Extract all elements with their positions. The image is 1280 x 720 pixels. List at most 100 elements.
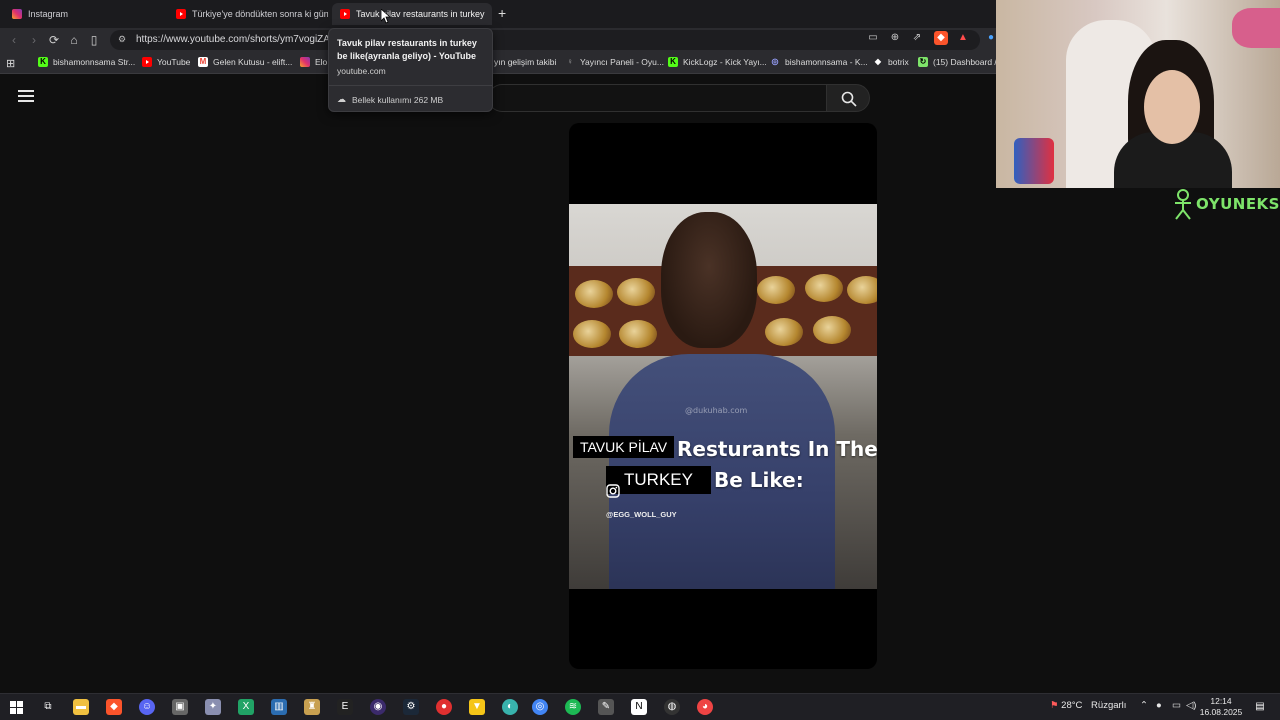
brave-browser-icon[interactable]: ◆ [106,699,122,715]
memory-icon: ☁ [337,94,346,104]
food-image [757,276,795,304]
steam-icon[interactable]: ⚙ [403,699,419,715]
bookmark-botrix[interactable]: ◆ botrix [873,57,909,67]
youtube-icon [176,9,186,19]
tab-title: Instagram [28,9,69,19]
bookmark-youtube[interactable]: YouTube [142,57,190,67]
forward-icon[interactable]: › [26,32,42,48]
app-icon[interactable]: ◍ [664,699,680,715]
app-icon[interactable]: ◐ [502,699,518,715]
notion-icon[interactable]: N [631,699,647,715]
person-head [661,212,757,348]
pink-decoration [1232,8,1280,48]
search-icon [841,91,857,107]
bookmark-gmail[interactable]: M Gelen Kutusu - elift... [198,57,292,67]
bookmark-icon[interactable]: ▯ [86,32,102,48]
bookmark-kicklogz[interactable]: K KickLogz - Kick Yayı... [668,57,767,67]
instagram-icon [12,9,22,19]
address-bar[interactable]: ⚙ https://www.youtube.com/shorts/ym7vogi… [110,30,980,50]
food-image [765,318,803,346]
divider [329,85,492,86]
caption-line-1: Resturants In The [677,437,877,461]
share-icon[interactable]: ⇗ [910,31,924,45]
instagram-icon [606,484,620,498]
tray-overflow-icon[interactable]: ⌃ [1140,700,1148,711]
close-tab-icon[interactable]: ✕ [485,8,492,21]
instagram-icon [300,57,310,67]
chrome-icon[interactable]: ◎ [532,699,548,715]
food-image [617,278,655,306]
weather-icon: ⚑ [1050,700,1059,711]
discord-icon[interactable]: ☺ [139,699,155,715]
desk-object [1014,138,1054,184]
excel-icon[interactable]: X [238,699,254,715]
shorts-player[interactable]: @dukuhab.com TAVUK PİLAV Resturants In T… [569,123,877,669]
app-icon[interactable]: ▼ [469,699,485,715]
spotify-icon[interactable]: ≋ [565,699,581,715]
tab-instagram[interactable]: Instagram [4,3,168,25]
food-image [575,280,613,308]
brand-text: OYUNEKS [1196,195,1280,213]
brave-rewards-icon[interactable]: ▲ [956,31,970,45]
reload-icon[interactable]: ⟳ [46,32,62,48]
bookmark-bishamonnsama[interactable]: ◎ bishamonnsama - K... [770,57,868,67]
back-icon[interactable]: ‹ [6,32,22,48]
brand-logo: OYUNEKS [1172,188,1280,220]
home-icon[interactable]: ⌂ [66,32,82,48]
watermark-text: @dukuhab.com [685,406,748,415]
tab-youtube-video[interactable]: Türkiye'ye döndükten sonra ki gün d [168,3,328,25]
video-frame: @dukuhab.com TAVUK PİLAV Resturants In T… [569,204,877,589]
food-image [813,316,851,344]
dashboard-icon: ↻ [918,57,928,67]
app-icon[interactable]: ▥ [271,699,287,715]
hover-card-memory: ☁ Bellek kullanımı 262 MB [337,94,444,105]
food-image [805,274,843,302]
app-icon[interactable]: ● [436,699,452,715]
food-image [847,276,877,304]
bookmark-kick-stream[interactable]: K bishamonnsama Str... [38,57,135,67]
bookmarks-bar: ⊞ K bishamonnsama Str... YouTube M Gelen… [0,52,997,74]
tab-title: Türkiye'ye döndükten sonra ki gün d [192,9,328,19]
zoom-icon[interactable]: ⊕ [888,31,902,45]
tab-title: Tavuk pilav restaurants in turkey [356,9,485,19]
taskbar: ⧉ ▬ ◆ ☺ ▣ ✦ X ▥ ♜ E ◉ ⚙ ● ▼ ◐ ◎ ≋ ✎ N ◍ … [0,693,1280,720]
tab-active-short[interactable]: Tavuk pilav restaurants in turkey ✕ [332,3,492,25]
cast-icon[interactable]: ▭ [866,31,880,45]
creator-handle: @EGG_WOLL_GUY [606,510,677,519]
bookmark-elo[interactable]: Elo [300,57,327,67]
youtube-icon [142,57,152,67]
youtube-icon [340,9,350,19]
obs-icon[interactable]: ◉ [370,699,386,715]
system-clock[interactable]: 12:14 16.08.2025 [1198,696,1244,718]
bookmark-gelisim[interactable]: yın gelişim takibi [494,57,556,67]
hover-card-title: Tavuk pilav restaurants in turkey be lik… [337,38,477,61]
mouse-cursor-icon [381,9,391,24]
notification-icon[interactable]: ▤ [1252,699,1268,715]
windows-start-icon[interactable] [10,701,23,714]
new-tab-button[interactable]: + [498,5,506,21]
apps-grid-icon[interactable]: ⊞ [6,57,15,70]
search-input[interactable] [488,84,826,112]
game-icon[interactable]: ♜ [304,699,320,715]
weather-widget[interactable]: ⚑ 28°C Rüzgarlı [1050,700,1126,711]
app-icon[interactable]: ◕ [697,699,713,715]
search-button[interactable] [826,84,870,112]
volume-icon[interactable]: ◁) [1186,700,1196,711]
epic-games-icon[interactable]: E [337,699,353,715]
kick-icon: K [38,57,48,67]
bookmark-dashboard[interactable]: ↻ (15) Dashboard / [918,57,997,67]
site-settings-icon[interactable]: ⚙ [118,34,126,45]
hamburger-menu-icon[interactable] [18,90,34,104]
task-view-icon[interactable]: ⧉ [40,699,56,715]
caption-tag-turkey: TURKEY [606,466,711,494]
file-explorer-icon[interactable]: ▬ [73,699,89,715]
streamer-face [1144,70,1200,144]
bookmark-yayinci-paneli[interactable]: ♀ Yayıncı Paneli - Oyu... [565,57,664,67]
network-icon[interactable]: ▭ [1172,700,1181,711]
app-icon[interactable]: ✦ [205,699,221,715]
brave-shield-icon[interactable]: ◆ [934,31,948,45]
app-icon[interactable]: ✎ [598,699,614,715]
microphone-icon[interactable]: ● [1156,700,1162,711]
food-image [573,320,611,348]
app-icon[interactable]: ▣ [172,699,188,715]
